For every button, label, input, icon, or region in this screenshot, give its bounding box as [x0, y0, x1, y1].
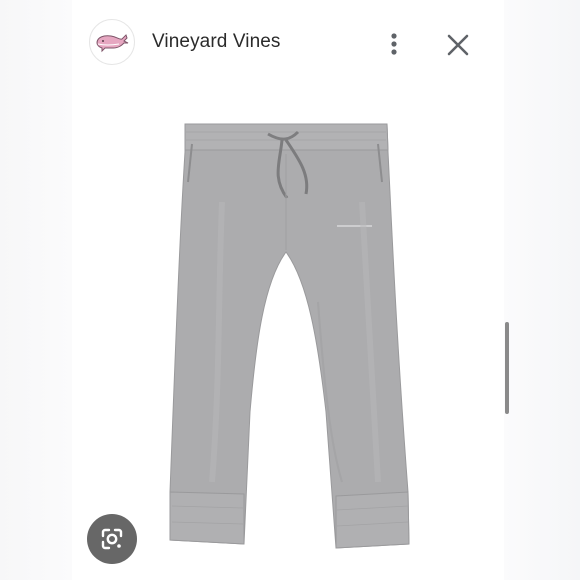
brand-logo[interactable]: [89, 19, 135, 65]
google-lens-icon: [101, 528, 123, 550]
more-options-button[interactable]: [381, 29, 407, 59]
gray-jogger-pants: [169, 123, 410, 549]
close-button[interactable]: [443, 30, 473, 60]
google-lens-button[interactable]: [87, 514, 137, 564]
right-backdrop: [504, 0, 580, 580]
page-title: Vineyard Vines: [152, 31, 281, 52]
scrollbar-thumb[interactable]: [505, 322, 509, 414]
viewer-header: Vineyard Vines: [72, 0, 504, 82]
close-icon: [447, 34, 469, 56]
more-vert-icon: [391, 33, 397, 55]
whale-logo-icon: [96, 34, 129, 53]
left-backdrop: [0, 0, 72, 580]
product-image[interactable]: [72, 82, 504, 580]
page: Vineyard Vines: [0, 0, 580, 580]
